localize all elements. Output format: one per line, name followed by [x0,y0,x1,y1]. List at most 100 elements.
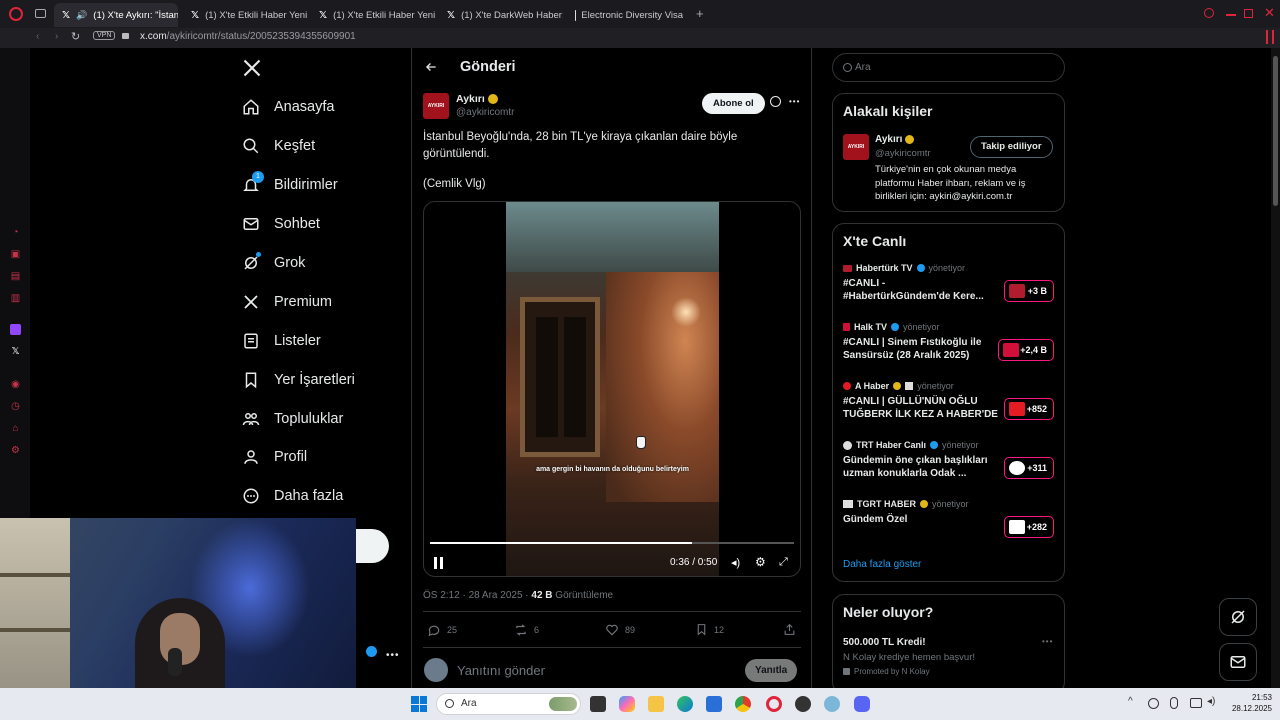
live-item[interactable]: Habertürk TV yönetiyor #CANLI - #Habertür… [843,263,1058,303]
twitch-icon[interactable] [10,324,21,335]
nav-grok[interactable]: Grok [242,248,305,278]
edge-icon[interactable] [677,696,693,712]
nav-home[interactable]: Anasayfa [242,92,334,122]
minimize-button[interactable] [1226,14,1236,16]
fullscreen-icon[interactable]: ⤢ [779,556,788,569]
tray-icon[interactable] [1170,697,1178,709]
pin-icon[interactable]: ⌂ [10,423,21,434]
live-badge[interactable]: +852 [1004,398,1054,420]
new-tab-button[interactable]: + [696,6,704,21]
tab-aykiri[interactable]: 𝕏 🔊 (1) X'te Aykırı: "İstanbu [54,3,178,27]
author-avatar[interactable]: AYKIRI [423,93,449,119]
page-scrollbar[interactable] [1271,48,1280,688]
tab-darkweb-haber[interactable]: 𝕏 (1) X'te DarkWeb Haber: " [439,3,563,27]
live-item[interactable]: Halk TV yönetiyor #CANLI | Sinem Fıstıkoğ… [843,322,1058,362]
related-name[interactable]: Aykırı [875,134,915,145]
bag-icon[interactable]: ▣ [10,249,21,260]
scrollbar-thumb[interactable] [1273,56,1278,206]
bookmark-action[interactable]: 12 [695,623,724,636]
following-button[interactable]: Takip ediliyor [970,136,1053,158]
reload-icon[interactable]: ↻ [71,30,80,43]
reply-action[interactable]: 25 [427,623,457,637]
tray-icon[interactable] [1190,698,1202,708]
promo-title[interactable]: 500.000 TL Kredi! [843,637,926,648]
promo-more-icon[interactable]: ••• [1042,637,1053,646]
account-more-icon[interactable]: ••• [386,650,400,661]
mail-icon[interactable]: ▥ [10,293,21,304]
messages-floating-button[interactable] [1219,643,1257,681]
live-badge[interactable]: +282 [1004,516,1054,538]
vpn-badge[interactable]: VPN [93,31,116,40]
search-box[interactable]: Ara [832,53,1065,82]
copilot-icon[interactable] [619,696,635,712]
tab-diversity-visa[interactable]: Electronic Diversity Visa [567,3,691,27]
opera-icon[interactable] [766,696,782,712]
nav-bookmarks[interactable]: Yer İşaretleri [242,365,355,395]
live-badge[interactable]: +2,4 B [998,339,1054,361]
settings-icon[interactable]: ⚙ [10,445,21,456]
pause-button[interactable] [434,557,444,569]
forward-arrow-icon[interactable]: › [55,31,58,42]
taskbar-search[interactable]: Ara [436,693,581,715]
history-icon[interactable]: ◷ [10,401,21,412]
nav-premium[interactable]: Premium [242,287,332,317]
volume-icon[interactable]: ◂) [1207,696,1215,707]
tab-islands-icon[interactable] [35,9,46,18]
author-handle[interactable]: @aykiricomtr [456,107,515,118]
maximize-button[interactable] [1244,9,1253,18]
nav-profile[interactable]: Profil [242,442,307,472]
my-avatar[interactable] [424,658,448,682]
app-icon[interactable] [795,696,811,712]
nav-more[interactable]: Daha fazla [242,481,343,511]
store-icon[interactable] [706,696,722,712]
live-item[interactable]: TGRT HABER yönetiyor Gündem Özel +282 [843,499,1058,538]
more-options-icon[interactable]: ••• [789,97,800,106]
sidebar-toggle-icon[interactable] [1266,30,1268,44]
volume-icon[interactable]: ◂) [731,556,740,569]
post-timestamp[interactable]: ÖS 2:12 · 28 Ara 2025 · [423,590,531,601]
nav-communities[interactable]: Topluluklar [242,404,343,434]
close-window-button[interactable]: ✕ [1264,5,1275,21]
grok-floating-button[interactable] [1219,598,1257,636]
repost-action[interactable]: 6 [514,623,539,637]
windows-start-icon[interactable] [411,696,427,712]
player-icon[interactable]: ◉ [10,379,21,390]
live-badge[interactable]: +3 B [1004,280,1054,302]
tray-chevron-icon[interactable]: ^ [1128,696,1133,707]
video-progress-track[interactable] [430,542,794,544]
reply-input[interactable]: Yanıtını gönder [457,663,545,678]
url-field[interactable]: x.com/aykiricomtr/status/200523539435560… [140,31,356,42]
related-avatar[interactable]: AYKIRI [843,134,869,160]
search-tabs-icon[interactable] [1204,8,1214,18]
nav-notifications[interactable]: 1 Bildirimler [242,170,338,200]
show-more-link[interactable]: Daha fazla göster [843,559,921,570]
sidebar-toggle-icon[interactable] [1272,30,1274,44]
reply-button[interactable]: Yanıtla [745,659,798,682]
x-logo-icon[interactable] [242,58,262,78]
x-app-icon[interactable]: 𝕏 [10,346,21,357]
related-handle[interactable]: @aykiricomtr [875,148,931,159]
video-player[interactable]: ama gergin bi havanın da olduğunu belirt… [423,201,801,577]
author-name[interactable]: Aykırı [456,93,498,105]
nav-lists[interactable]: Listeler [242,326,321,356]
live-item[interactable]: TRT Haber Canlı yönetiyor Gündemin öne çı… [843,440,1058,480]
grok-explain-icon[interactable] [770,96,781,107]
tab-etkili-haber-2[interactable]: 𝕏 (1) X'te Etkili Haber Yeni S [311,3,435,27]
settings-gear-icon[interactable]: ⚙ [755,555,766,569]
opera-logo-icon[interactable] [9,7,23,21]
chrome-icon[interactable] [735,696,751,712]
tray-icon[interactable] [1148,698,1159,709]
tab-etkili-haber-1[interactable]: 𝕏 (1) X'te Etkili Haber Yeni S [183,3,307,27]
clock[interactable]: 21:53 28.12.2025 [1226,692,1272,714]
like-action[interactable]: 89 [605,623,635,637]
aria-icon[interactable]: ◔ [10,227,21,238]
file-explorer-icon[interactable] [648,696,664,712]
nav-chat[interactable]: Sohbet [242,209,320,239]
live-item[interactable]: A Haber yönetiyor #CANLI | GÜLLÜ'NÜN OĞLU… [843,381,1058,421]
task-view-icon[interactable] [590,696,606,712]
back-button[interactable] [424,60,438,79]
network-app-icon[interactable] [824,696,840,712]
messenger-icon[interactable]: ▤ [10,271,21,282]
back-arrow-icon[interactable]: ‹ [36,31,39,42]
discord-icon[interactable] [854,696,870,712]
